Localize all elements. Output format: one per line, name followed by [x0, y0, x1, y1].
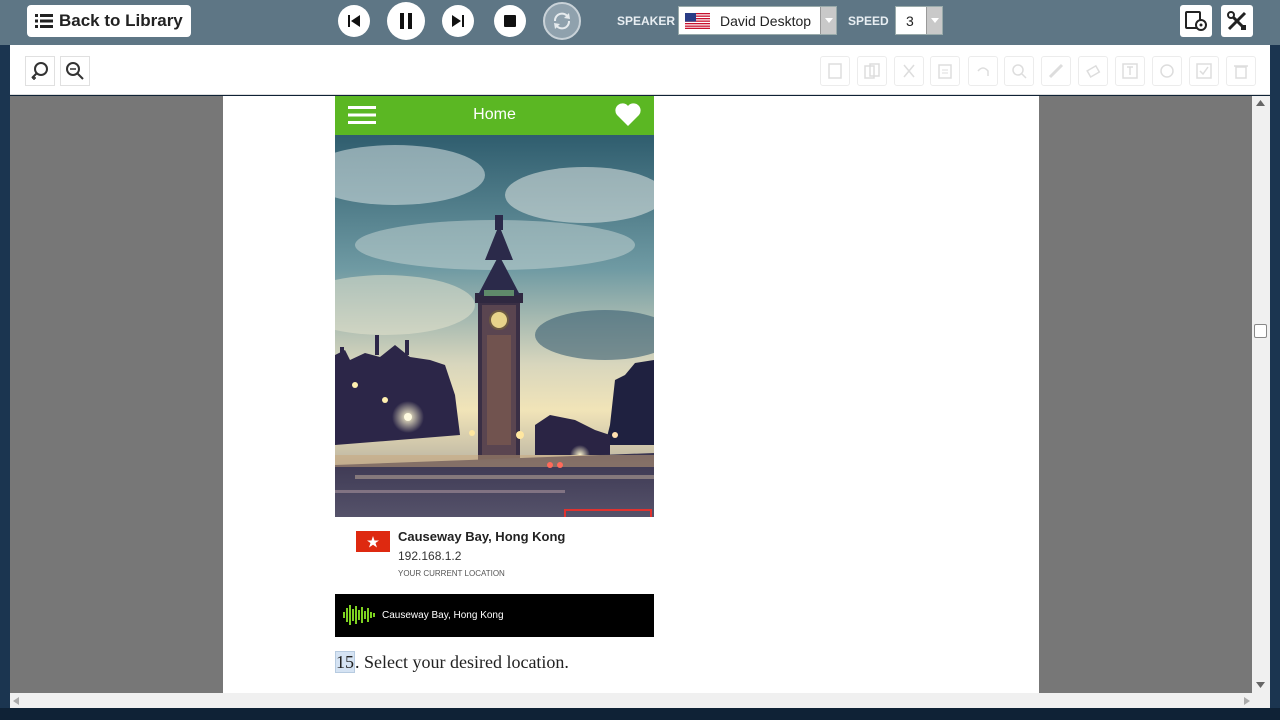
paste-tool-button[interactable] [930, 56, 960, 86]
waveform-icon [343, 605, 375, 625]
us-flag-icon [685, 12, 710, 29]
scroll-down-arrow-icon[interactable] [1256, 682, 1265, 688]
paste-icon [938, 64, 952, 79]
skip-forward-button[interactable] [442, 5, 474, 37]
highlight-tool-button[interactable] [1041, 56, 1071, 86]
stop-icon [504, 15, 516, 27]
vertical-scrollbar[interactable] [1252, 96, 1270, 693]
pause-button[interactable] [387, 2, 425, 40]
scroll-left-arrow-icon[interactable] [13, 697, 19, 705]
window-border-left [0, 45, 10, 708]
scroll-right-arrow-icon[interactable] [1244, 697, 1250, 705]
step-text: . Select your desired location. [355, 652, 569, 672]
check-tool-button[interactable] [1189, 56, 1219, 86]
app-header-title: Home [473, 106, 516, 123]
zoom-in-icon [31, 62, 48, 80]
copy-tool-button[interactable] [857, 56, 887, 86]
top-toolbar: Back to Library SPEAKER David Desktop SP… [0, 0, 1280, 45]
undo-tool-button[interactable] [968, 56, 998, 86]
scrollbar-thumb[interactable] [1254, 324, 1267, 338]
speaker-label: SPEAKER [617, 14, 676, 28]
find-tool-button[interactable] [1004, 56, 1034, 86]
device-settings-button[interactable] [1180, 5, 1212, 37]
stop-button[interactable] [494, 5, 526, 37]
highlight-box [564, 509, 652, 517]
scroll-up-arrow-icon[interactable] [1256, 100, 1265, 106]
chevron-down-icon[interactable] [926, 7, 942, 34]
eraser-icon [1086, 64, 1101, 78]
scissors-icon [903, 64, 915, 78]
zoom-out-button[interactable] [60, 56, 90, 86]
location-row[interactable]: Causeway Bay, Hong Kong 192.168.1.2 YOUR… [335, 517, 654, 594]
search-icon [1012, 64, 1027, 79]
speed-select[interactable]: 3 [895, 6, 943, 35]
back-to-library-label: Back to Library [59, 11, 183, 30]
repeat-icon [554, 12, 570, 30]
checkbox-icon [1196, 63, 1212, 79]
copy-icon [864, 63, 880, 79]
heart-icon [615, 103, 641, 126]
device-settings-icon [1185, 11, 1207, 31]
zoom-out-icon [66, 62, 84, 80]
cut-tool-button[interactable] [894, 56, 924, 86]
repeat-button[interactable] [543, 2, 581, 40]
tools-icon [1227, 11, 1247, 31]
text-icon [1122, 63, 1138, 79]
list-icon [35, 14, 53, 28]
ip-address: 192.168.1.2 [398, 549, 462, 563]
hk-flag-icon [356, 531, 390, 552]
player-bar: Causeway Bay, Hong Kong [335, 594, 654, 637]
step-number: 15 [335, 651, 355, 673]
highlighter-icon [1048, 63, 1064, 79]
document-icon [828, 63, 842, 79]
eraser-tool-button[interactable] [1078, 56, 1108, 86]
delete-tool-button[interactable] [1226, 56, 1256, 86]
skip-forward-icon [452, 15, 464, 27]
big-ben-photo [335, 135, 654, 517]
speed-label: SPEED [848, 14, 889, 28]
window-border-right [1270, 45, 1280, 708]
speaker-value: David Desktop [720, 12, 812, 29]
tools-button[interactable] [1221, 5, 1253, 37]
voice-tool-button[interactable] [1152, 56, 1182, 86]
app-header: Home [335, 96, 654, 135]
back-to-library-button[interactable]: Back to Library [27, 5, 191, 37]
document-viewport[interactable]: Home Causeway Bay, Hong Kong 192.168.1.2… [10, 96, 1252, 693]
location-caption: YOUR CURRENT LOCATION [398, 569, 505, 578]
hand-icon [1160, 64, 1174, 78]
skip-back-icon [348, 15, 360, 27]
location-name: Causeway Bay, Hong Kong [398, 529, 566, 544]
speed-value: 3 [906, 12, 914, 29]
undo-icon [977, 67, 989, 76]
pause-icon [400, 13, 412, 29]
chevron-down-icon[interactable] [820, 7, 836, 34]
editing-toolbar [10, 45, 1270, 95]
horizontal-scrollbar[interactable] [10, 693, 1270, 708]
skip-back-button[interactable] [338, 5, 370, 37]
save-tool-button[interactable] [820, 56, 850, 86]
player-location-text: Causeway Bay, Hong Kong [382, 610, 504, 621]
step-instruction: 15. Select your desired location. [335, 651, 569, 673]
document-page: Home Causeway Bay, Hong Kong 192.168.1.2… [223, 96, 1039, 693]
speaker-select[interactable]: David Desktop [678, 6, 837, 35]
text-tool-button[interactable] [1115, 56, 1145, 86]
app-screenshot: Home Causeway Bay, Hong Kong 192.168.1.2… [335, 96, 654, 637]
zoom-in-button[interactable] [25, 56, 55, 86]
trash-icon [1234, 65, 1248, 79]
